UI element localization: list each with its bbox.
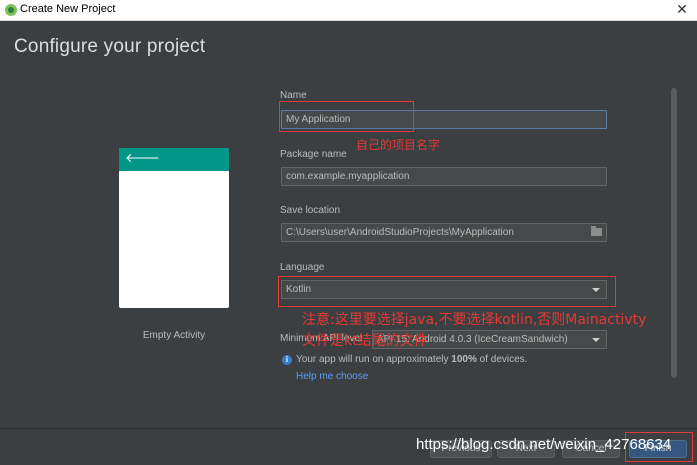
title-bar: Create New Project ✕ (0, 0, 697, 21)
close-button[interactable]: ✕ (673, 1, 691, 19)
language-annotation-line1: 注意:这里要选择java,不要选择kotlin,否则Mainactivty (302, 312, 647, 328)
package-name-field[interactable]: com.example.myapplication (281, 167, 607, 186)
back-arrow-icon: 🡐 (125, 151, 160, 166)
save-location-field[interactable]: C:\Users\user\AndroidStudioProjects\MyAp… (281, 223, 607, 242)
window-title: Create New Project (20, 3, 116, 15)
name-highlight-box (279, 101, 414, 132)
language-label: Language (280, 262, 325, 273)
package-name-label: Package name (280, 149, 347, 160)
page-title: Configure your project (14, 36, 206, 57)
package-name-value: com.example.myapplication (286, 171, 410, 182)
name-label: Name (280, 90, 307, 101)
preview-app-bar: 🡐 (119, 148, 229, 171)
template-name: Empty Activity (142, 330, 206, 341)
android-studio-icon (5, 4, 17, 16)
activity-preview-card: 🡐 (119, 148, 229, 308)
name-annotation: 自己的项目名字 (356, 138, 441, 152)
folder-icon[interactable] (591, 226, 602, 236)
save-location-label: Save location (280, 205, 341, 216)
chevron-down-icon (592, 338, 600, 342)
scrollbar[interactable] (671, 88, 677, 378)
info-icon: i (282, 355, 292, 365)
watermark: https://blog.csdn.net/weixin_42768634 (416, 436, 672, 453)
help-me-choose-link[interactable]: Help me choose (296, 371, 368, 382)
language-annotation-line2: 文件是kt结尾的文件 (302, 333, 428, 349)
language-highlight-box (278, 276, 616, 307)
device-coverage-text: Your app will run on approximately 100% … (296, 354, 528, 365)
save-location-value: C:\Users\user\AndroidStudioProjects\MyAp… (286, 227, 514, 238)
